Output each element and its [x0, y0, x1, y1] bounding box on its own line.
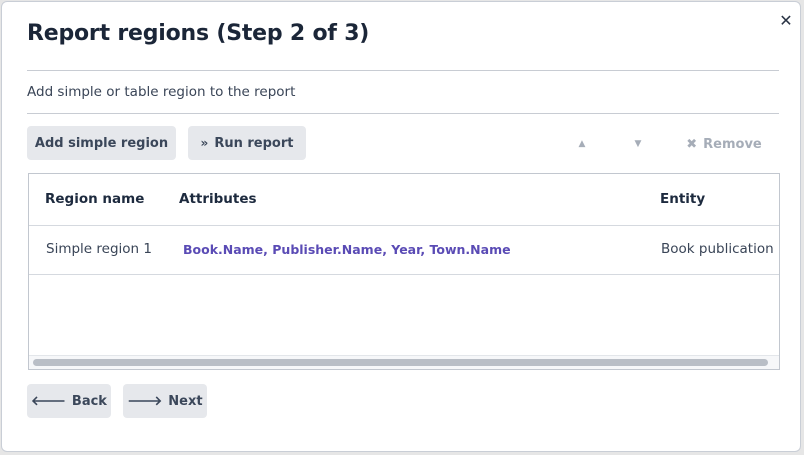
- table-row[interactable]: Simple region 1 Book.Name, Publisher.Nam…: [29, 226, 779, 275]
- run-report-button[interactable]: » Run report: [188, 126, 306, 160]
- add-simple-region-button[interactable]: Add simple region: [27, 126, 176, 160]
- close-icon[interactable]: ✕: [778, 12, 794, 30]
- table-header: Region name Attributes Entity: [29, 174, 779, 226]
- column-header-region-name[interactable]: Region name: [45, 191, 144, 207]
- regions-table: Region name Attributes Entity Simple reg…: [28, 173, 780, 370]
- column-header-attributes[interactable]: Attributes: [179, 191, 257, 207]
- remove-label: Remove: [703, 136, 762, 152]
- remove-button[interactable]: ✖ Remove: [686, 127, 762, 161]
- move-down-button[interactable]: ▼: [628, 127, 648, 161]
- scrollbar-thumb[interactable]: [33, 359, 768, 366]
- double-chevron-right-icon: »: [200, 136, 209, 150]
- horizontal-scrollbar[interactable]: [29, 355, 779, 369]
- back-label: Back: [71, 393, 107, 409]
- column-header-entity[interactable]: Entity: [660, 191, 705, 207]
- arrow-left-icon: 🡐: [31, 394, 66, 409]
- dialog-subtitle: Add simple or table region to the report: [27, 84, 296, 100]
- arrow-right-icon: 🡒: [127, 394, 163, 409]
- caret-up-icon: ▲: [578, 139, 586, 149]
- attributes-link[interactable]: Book.Name, Publisher.Name, Year, Town.Na…: [183, 242, 511, 257]
- add-simple-region-label: Add simple region: [34, 135, 169, 151]
- entity-cell: Book publication: [661, 241, 774, 257]
- region-name-cell: Simple region 1: [46, 241, 152, 257]
- back-button[interactable]: 🡐 Back: [27, 384, 111, 418]
- run-report-label: Run report: [214, 135, 294, 151]
- next-button[interactable]: 🡒 Next: [123, 384, 207, 418]
- divider: [27, 113, 779, 114]
- report-regions-dialog: ✕ Report regions (Step 2 of 3) Add simpl…: [1, 1, 801, 452]
- move-up-button[interactable]: ▲: [572, 127, 592, 161]
- dialog-title: Report regions (Step 2 of 3): [27, 21, 370, 46]
- caret-down-icon: ▼: [634, 139, 642, 149]
- next-label: Next: [168, 393, 203, 409]
- remove-x-icon: ✖: [686, 136, 698, 152]
- divider: [27, 70, 779, 71]
